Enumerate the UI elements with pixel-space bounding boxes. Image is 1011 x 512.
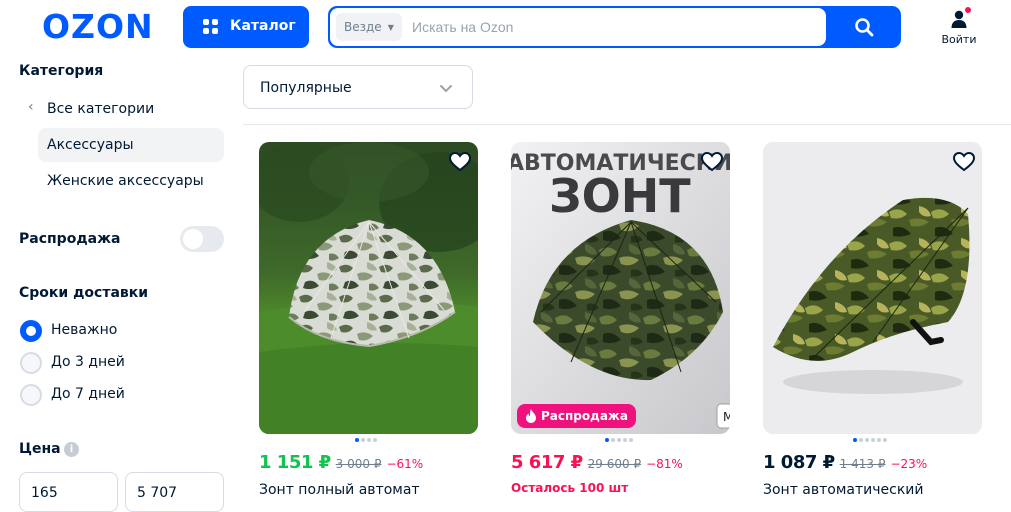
login-label: Войти: [941, 33, 977, 46]
search-bar: Везде ▼: [328, 6, 901, 48]
product-card[interactable]: 1 151 ₽ 3 000 ₽ −61% Зонт полный автомат: [259, 142, 479, 506]
notification-dot: [964, 6, 972, 14]
category-accessories[interactable]: Аксессуары: [38, 128, 224, 162]
sale-title: Распродажа: [19, 231, 121, 247]
product-image[interactable]: АВТОМАТИЧЕСКИЙ ЗОНТ M Распродажа: [511, 142, 730, 434]
search-scope-select[interactable]: Везде ▼: [336, 13, 402, 41]
delivery-radio-7days[interactable]: [20, 384, 42, 406]
info-icon[interactable]: i: [64, 442, 79, 457]
sale-badge-label: Распродажа: [541, 409, 628, 423]
sale-badge: Распродажа: [517, 404, 636, 428]
delivery-label-any: Неважно: [51, 322, 118, 338]
stock-left: Осталось 100 шт: [511, 481, 629, 495]
fire-icon: [526, 409, 536, 423]
image-text-big: ЗОНТ: [549, 169, 691, 223]
product-image[interactable]: [763, 142, 982, 434]
filters-sidebar: Категория ‹ Все категории Аксессуары Жен…: [0, 56, 240, 512]
delivery-radio-3days[interactable]: [20, 352, 42, 374]
toggle-knob: [183, 229, 203, 249]
search-input[interactable]: [412, 15, 812, 39]
catalog-label: Каталог: [230, 18, 296, 34]
heart-icon[interactable]: [952, 150, 976, 174]
price: 5 617 ₽: [511, 452, 583, 473]
category-title: Категория: [19, 63, 104, 79]
image-dots: [355, 438, 377, 443]
price-row: 1 087 ₽ 1 413 ₽ −23%: [763, 452, 927, 473]
discount: −61%: [386, 457, 424, 471]
delivery-label-7days: До 7 дней: [51, 386, 125, 402]
search-button[interactable]: [826, 6, 901, 48]
chevron-down-icon: ▼: [387, 22, 394, 32]
image-dots: [605, 438, 633, 443]
product-image[interactable]: [259, 142, 478, 434]
product-card[interactable]: 1 087 ₽ 1 413 ₽ −23% Зонт автоматический: [763, 142, 983, 506]
heart-icon[interactable]: [448, 150, 472, 174]
header: OZON Каталог Везде ▼ Войти: [0, 0, 1011, 56]
search-field-wrap: Везде ▼: [330, 8, 826, 46]
category-women-accessories[interactable]: Женские аксессуары: [38, 164, 224, 198]
product-card[interactable]: АВТОМАТИЧЕСКИЙ ЗОНТ M Распродажа 5 617 ₽…: [511, 142, 731, 506]
chevron-down-icon: [440, 85, 452, 93]
image-dots: [853, 438, 887, 443]
grid-icon: [203, 19, 219, 35]
discount: −23%: [890, 457, 928, 471]
svg-text:M: M: [723, 410, 730, 424]
discount: −81%: [646, 457, 683, 471]
old-price: 3 000 ₽: [335, 457, 382, 471]
sale-toggle[interactable]: [180, 226, 224, 252]
ozon-logo[interactable]: OZON: [42, 8, 154, 46]
heart-icon[interactable]: [700, 150, 724, 174]
price-from-input[interactable]: 165: [19, 472, 118, 512]
sort-select[interactable]: Популярные: [243, 65, 473, 109]
chevron-left-icon: ‹: [28, 99, 34, 115]
delivery-label-3days: До 3 дней: [51, 354, 125, 370]
price: 1 087 ₽: [763, 452, 835, 473]
price-to-input[interactable]: 5 707: [125, 472, 224, 512]
catalog-button[interactable]: Каталог: [183, 6, 309, 48]
search-icon: [854, 18, 873, 37]
product-name[interactable]: Зонт автоматический: [763, 482, 923, 498]
price-title: Цена: [19, 441, 61, 457]
old-price: 1 413 ₽: [839, 457, 886, 471]
price-row: 1 151 ₽ 3 000 ₽ −61%: [259, 452, 423, 473]
login-button[interactable]: Войти: [938, 6, 980, 48]
delivery-radio-any[interactable]: [20, 320, 42, 342]
category-all[interactable]: Все категории: [38, 92, 224, 126]
product-name[interactable]: Зонт полный автомат: [259, 482, 420, 498]
search-scope-label: Везде: [344, 20, 382, 34]
old-price: 29 600 ₽: [587, 457, 642, 471]
price: 1 151 ₽: [259, 452, 331, 473]
sort-label: Популярные: [260, 80, 352, 96]
divider: [243, 124, 1011, 125]
price-row: 5 617 ₽ 29 600 ₽ −81%: [511, 452, 683, 473]
delivery-title: Сроки доставки: [19, 285, 149, 301]
